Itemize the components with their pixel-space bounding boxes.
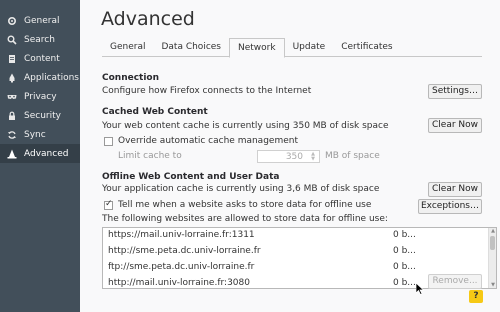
gear-icon [6, 15, 18, 27]
tab-general[interactable]: General [102, 38, 153, 57]
scroll-up-icon[interactable]: ▲ [489, 228, 496, 234]
site-size: 0 b... [393, 246, 416, 256]
override-cache-checkbox[interactable] [104, 137, 113, 146]
wizard-hat-icon [6, 148, 18, 160]
sidebar-item-label: Privacy [24, 91, 57, 102]
tab-certificates[interactable]: Certificates [333, 38, 400, 57]
tell-me-checkbox[interactable] [104, 199, 113, 210]
list-item[interactable]: https://mail.univ-lorraine.fr:1311 0 b..… [103, 228, 490, 244]
clear-offline-button[interactable]: Clear Now [428, 182, 482, 197]
tab-update[interactable]: Update [285, 38, 334, 57]
spinner-arrows-icon[interactable]: ▲ ▼ [309, 152, 317, 162]
site-url: https://mail.univ-lorraine.fr:1311 [108, 230, 255, 240]
sidebar-item-label: General [24, 15, 60, 26]
sidebar-item-security[interactable]: Security [0, 106, 80, 125]
offline-heading: Offline Web Content and User Data [102, 172, 280, 182]
override-cache-label: Override automatic cache management [118, 136, 298, 146]
cached-heading: Cached Web Content [102, 107, 208, 117]
scrollbar-thumb[interactable] [490, 236, 495, 250]
cache-limit-value: 350 [285, 152, 303, 162]
sidebar-item-applications[interactable]: Applications [0, 68, 80, 87]
rocket-icon [6, 72, 18, 84]
search-icon [6, 34, 18, 46]
sidebar-item-label: Content [24, 53, 60, 64]
site-url: http://mail.univ-lorraine.fr:3080 [108, 278, 250, 288]
sidebar-item-sync[interactable]: Sync [0, 125, 80, 144]
scroll-down-icon[interactable]: ▼ [489, 282, 496, 288]
connection-description: Configure how Firefox connects to the In… [102, 86, 312, 96]
cache-limit-spinner[interactable]: 350 ▲ ▼ [257, 150, 320, 163]
document-icon [6, 53, 18, 65]
exceptions-button[interactable]: Exceptions… [418, 199, 482, 214]
sidebar-item-advanced[interactable]: Advanced [0, 144, 80, 163]
sidebar-item-label: Security [24, 110, 61, 121]
site-size: 0 b... [393, 278, 416, 288]
settings-button[interactable]: Settings… [428, 84, 482, 99]
tab-bar: General Data Choices Network Update Cert… [102, 38, 482, 58]
site-size: 0 b... [393, 230, 416, 240]
list-scrollbar[interactable]: ▲ ▼ [488, 228, 496, 288]
connection-heading: Connection [102, 73, 160, 83]
tell-me-label: Tell me when a website asks to store dat… [118, 200, 372, 210]
sidebar: General Search Content Applications Priv… [0, 0, 80, 312]
clear-cache-button[interactable]: Clear Now [428, 118, 482, 133]
sidebar-item-label: Search [24, 34, 55, 45]
list-item[interactable]: http://sme.peta.dc.univ-lorraine.fr 0 b.… [103, 244, 490, 260]
sidebar-item-content[interactable]: Content [0, 49, 80, 68]
mask-icon [6, 91, 18, 103]
site-size: 0 b... [393, 262, 416, 272]
cache-usage-text: Your web content cache is currently usin… [102, 121, 389, 131]
sidebar-item-privacy[interactable]: Privacy [0, 87, 80, 106]
page-title: Advanced [101, 8, 195, 30]
main-content: Advanced General Data Choices Network Up… [80, 0, 500, 312]
sync-icon [6, 129, 18, 141]
lock-icon [6, 110, 18, 122]
site-url: ftp://sme.peta.dc.univ-lorraine.fr [108, 262, 255, 272]
sidebar-item-general[interactable]: General [0, 11, 80, 30]
site-url: http://sme.peta.dc.univ-lorraine.fr [108, 246, 261, 256]
sidebar-item-label: Applications [24, 72, 79, 83]
limit-cache-unit: MB of space [325, 151, 380, 161]
offline-usage-text: Your application cache is currently usin… [102, 184, 380, 194]
remove-button[interactable]: Remove... [428, 274, 482, 289]
help-button[interactable]: ? [469, 290, 483, 303]
sidebar-item-label: Sync [24, 129, 46, 140]
allowed-sites-label: The following websites are allowed to st… [102, 214, 388, 224]
tab-network[interactable]: Network [229, 38, 285, 58]
limit-cache-label: Limit cache to [118, 151, 182, 161]
sidebar-item-label: Advanced [24, 148, 69, 159]
mouse-cursor-icon [416, 283, 424, 295]
tab-data-choices[interactable]: Data Choices [153, 38, 229, 57]
sidebar-item-search[interactable]: Search [0, 30, 80, 49]
